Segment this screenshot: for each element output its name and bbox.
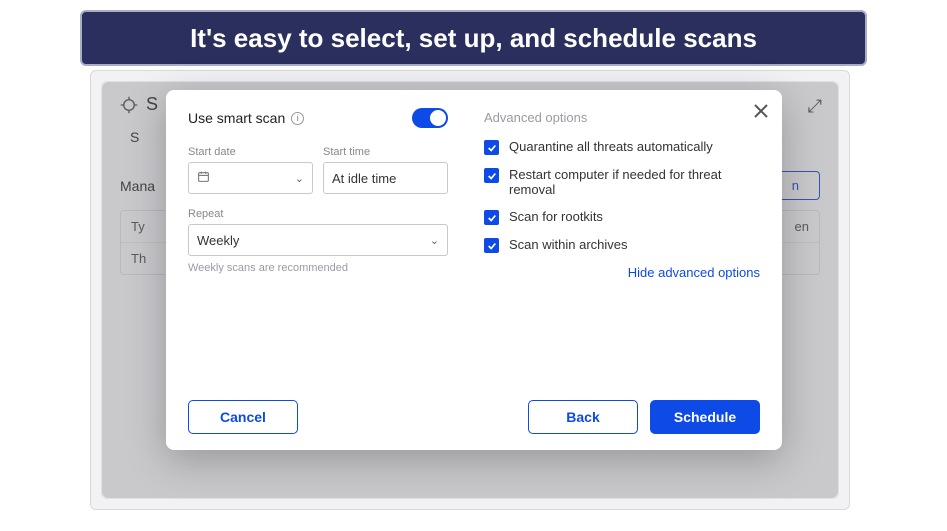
cancel-button[interactable]: Cancel bbox=[188, 400, 298, 434]
promo-banner-text: It's easy to select, set up, and schedul… bbox=[190, 23, 757, 54]
schedule-button[interactable]: Schedule bbox=[650, 400, 760, 434]
repeat-value: Weekly bbox=[197, 233, 239, 248]
smart-scan-label: Use smart scan bbox=[188, 110, 285, 126]
advanced-options-title: Advanced options bbox=[484, 110, 760, 125]
start-time-label: Start time bbox=[323, 146, 448, 158]
option-restart[interactable]: Restart computer if needed for threat re… bbox=[484, 167, 744, 197]
start-date-label: Start date bbox=[188, 146, 313, 158]
checkbox-checked bbox=[484, 210, 499, 225]
start-date-field: Start date ⌄ bbox=[188, 146, 313, 194]
start-time-value: At idle time bbox=[332, 171, 396, 186]
close-icon bbox=[754, 104, 768, 118]
option-quarantine[interactable]: Quarantine all threats automatically bbox=[484, 139, 744, 155]
schedule-scan-modal: Use smart scan i Start date ⌄ Sta bbox=[166, 90, 782, 450]
chevron-down-icon: ⌄ bbox=[430, 234, 439, 247]
repeat-select[interactable]: Weekly ⌄ bbox=[188, 224, 448, 256]
start-time-input[interactable]: At idle time bbox=[323, 162, 448, 194]
option-archives[interactable]: Scan within archives bbox=[484, 237, 744, 253]
date-time-row: Start date ⌄ Start time At idle time bbox=[188, 146, 448, 194]
option-rootkits[interactable]: Scan for rootkits bbox=[484, 209, 744, 225]
checkbox-checked bbox=[484, 238, 499, 253]
option-label: Scan for rootkits bbox=[509, 209, 603, 224]
start-date-select[interactable]: ⌄ bbox=[188, 162, 313, 194]
option-label: Restart computer if needed for threat re… bbox=[509, 167, 744, 197]
modal-footer: Cancel Back Schedule bbox=[188, 388, 760, 434]
modal-left-column: Use smart scan i Start date ⌄ Sta bbox=[188, 108, 448, 388]
repeat-hint: Weekly scans are recommended bbox=[188, 262, 448, 274]
hide-advanced-link[interactable]: Hide advanced options bbox=[484, 265, 760, 280]
info-icon[interactable]: i bbox=[291, 112, 304, 125]
start-time-field: Start time At idle time bbox=[323, 146, 448, 194]
repeat-field: Repeat Weekly ⌄ Weekly scans are recomme… bbox=[188, 208, 448, 274]
option-label: Quarantine all threats automatically bbox=[509, 139, 713, 154]
checkbox-checked bbox=[484, 168, 499, 183]
calendar-icon bbox=[197, 170, 210, 186]
close-button[interactable] bbox=[754, 102, 768, 123]
smart-scan-row: Use smart scan i bbox=[188, 108, 448, 128]
modal-body: Use smart scan i Start date ⌄ Sta bbox=[188, 108, 760, 388]
modal-right-column: Advanced options Quarantine all threats … bbox=[478, 108, 760, 388]
chevron-down-icon: ⌄ bbox=[295, 172, 304, 185]
checkbox-checked bbox=[484, 140, 499, 155]
smart-scan-toggle[interactable] bbox=[412, 108, 448, 128]
back-button[interactable]: Back bbox=[528, 400, 638, 434]
promo-banner: It's easy to select, set up, and schedul… bbox=[80, 10, 867, 66]
repeat-label: Repeat bbox=[188, 208, 448, 220]
option-label: Scan within archives bbox=[509, 237, 628, 252]
